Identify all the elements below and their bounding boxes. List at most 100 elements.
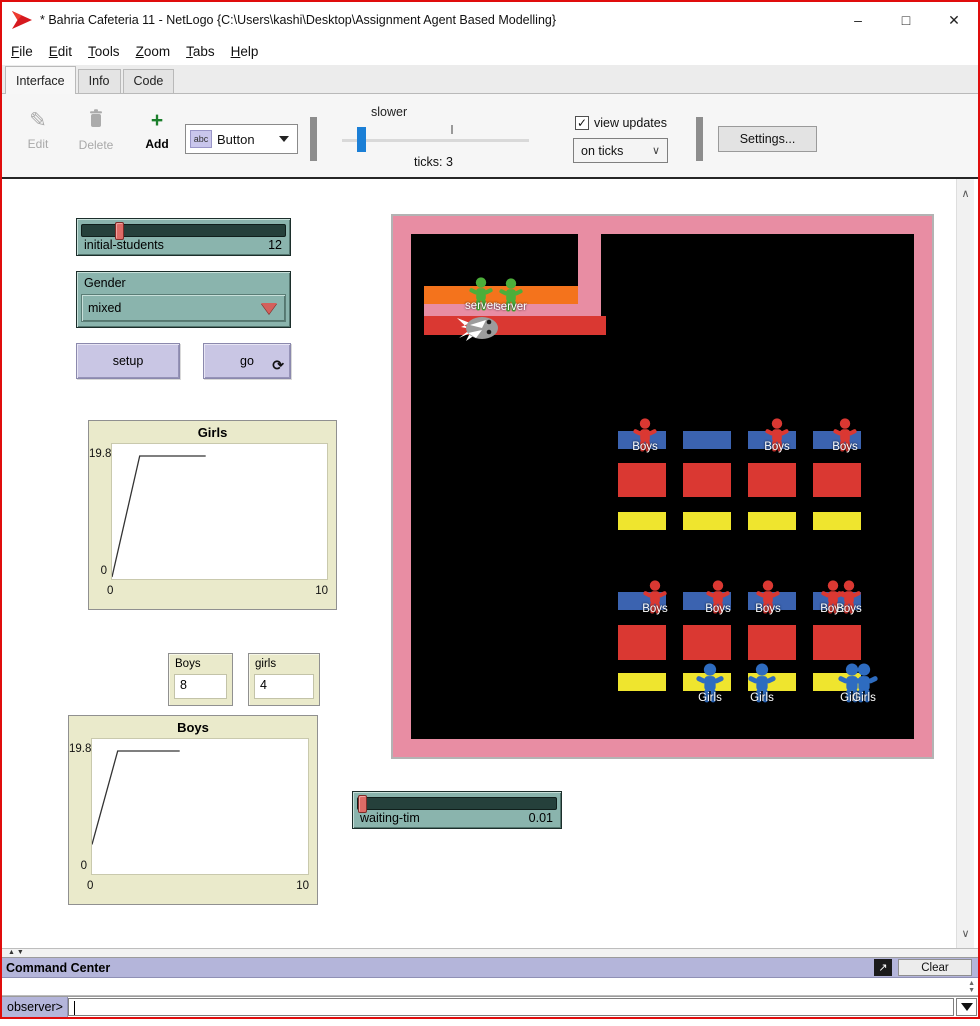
agent-name-label: Boys [836,603,862,615]
scroll-down-icon[interactable]: ∨ [957,927,974,940]
speed-slider-track[interactable] [342,139,529,142]
world-view[interactable]: serverserverBoysBoysBoysBoysBoysBoysBoys… [391,214,934,759]
table-seat [683,512,731,530]
popout-arrow-icon: ↗ [878,961,887,974]
minimize-button[interactable]: – [834,2,882,38]
chooser-dropdown-icon [261,303,277,314]
vertical-scrollbar[interactable]: ∧ ∨ [956,179,974,948]
setup-button[interactable]: setup [76,343,180,379]
splitter-toggle-icons[interactable]: ▲▼ [8,949,26,956]
y-axis-max-label: 19.8 [89,448,109,460]
command-center-title: Command Center [6,961,110,975]
boys-monitor: Boys 8 [168,653,233,706]
agent-name-label: Boys [832,441,858,453]
table-seat [813,512,861,530]
world-canvas[interactable]: serverserverBoysBoysBoysBoysBoysBoysBoys… [393,216,932,757]
tab-info[interactable]: Info [78,69,121,93]
menu-tabs[interactable]: Tabs [186,44,215,59]
check-icon: ✓ [577,116,587,130]
girls-monitor: girls 4 [248,653,320,706]
mouse-shape-icon [456,311,500,341]
interface-canvas: initial-students 12 Gender mixed setup g… [2,179,954,948]
forever-icon: ⟳ [272,357,284,374]
maximize-button[interactable]: □ [882,2,930,38]
initial-students-slider[interactable]: initial-students 12 [76,218,291,256]
chevron-down-icon [279,136,289,142]
x-axis-max-label: 10 [315,585,328,597]
command-history-dropdown[interactable] [956,998,977,1016]
close-button[interactable]: ✕ [930,2,978,38]
settings-button[interactable]: Settings... [718,126,817,152]
agent-name-label: Boys [755,603,781,615]
abc-widget-icon: abc [190,130,212,148]
update-mode-value: on ticks [581,144,623,158]
y-axis-max-label: 19.8 [69,743,89,755]
pencil-icon: ✎ [16,108,60,134]
monitor-value: 4 [254,674,314,699]
table-bench [683,431,731,449]
table-table [748,625,796,660]
text-caret [74,1001,75,1015]
plot-area [111,443,328,580]
speed-slider-handle[interactable] [357,127,366,152]
clear-button[interactable]: Clear [898,959,972,976]
agent-name-label: Boys [642,603,668,615]
speed-slider-tick [451,125,453,134]
gender-chooser[interactable]: Gender mixed [76,271,291,328]
menu-zoom[interactable]: Zoom [136,44,171,59]
go-button[interactable]: go ⟳ [203,343,291,379]
observer-prompt: observer> [2,997,68,1017]
agent-name-label: Boys [764,441,790,453]
monitor-value: 8 [174,674,227,699]
slider-value: 12 [268,238,282,252]
chevron-down-icon: ∨ [652,144,660,157]
plot-title: Boys [69,720,317,735]
scroll-up-icon[interactable]: ∧ [957,187,974,200]
mouse-agent[interactable] [456,311,500,341]
tab-bar: Interface Info Code [2,65,978,94]
x-axis-min-label: 0 [107,585,113,597]
tab-interface[interactable]: Interface [5,66,76,94]
agent-name-label: Girls [852,692,876,704]
edit-widget-button[interactable]: ✎ Edit [16,108,60,151]
interface-toolbar: ✎ Edit Delete + Add abc Button slower ti… [2,94,978,179]
chooser-value-box[interactable]: mixed [81,294,286,322]
table-seat [618,512,666,530]
menu-bar: File Edit Tools Zoom Tabs Help [2,38,978,65]
update-mode-combo[interactable]: on ticks ∨ [573,138,668,163]
y-axis-min-label: 0 [69,860,87,872]
add-widget-button[interactable]: + Add [135,108,179,151]
menu-edit[interactable]: Edit [49,44,72,59]
output-scroll-up-icon[interactable]: ▲ [968,980,975,987]
slider-value: 0.01 [529,811,553,825]
toolbar-separator [310,117,317,161]
chooser-value: mixed [88,301,121,315]
output-scroll-down-icon[interactable]: ▼ [968,987,975,994]
slider-track [357,797,557,810]
waiting-tim-slider[interactable]: waiting-tim 0.01 [352,791,562,829]
table-table [683,625,731,660]
serving-area-counter_red [424,316,606,335]
netlogo-window: * Bahria Cafeteria 11 - NetLogo {C:\User… [0,0,980,1019]
netlogo-logo-icon [10,8,34,32]
command-center-input-row: observer> [2,996,978,1017]
table-table [618,625,666,660]
tab-code[interactable]: Code [123,69,175,93]
menu-help[interactable]: Help [231,44,259,59]
agent-name-label: Girls [698,692,722,704]
y-axis-min-label: 0 [89,565,107,577]
toolbar-separator [696,117,703,161]
command-center-splitter[interactable]: ▲▼ [2,948,978,958]
menu-tools[interactable]: Tools [88,44,120,59]
command-center-header: Command Center ↗ Clear [2,958,978,978]
command-center-popout-button[interactable]: ↗ [874,959,892,976]
command-input[interactable] [68,998,954,1016]
view-updates-checkbox[interactable]: ✓ [575,116,589,130]
chevron-down-icon [961,1003,973,1011]
agent-name-label: Boys [632,441,658,453]
delete-widget-button[interactable]: Delete [70,108,122,152]
widget-type-combo[interactable]: abc Button [185,124,298,154]
trash-icon [88,108,104,130]
plot-title: Girls [89,425,336,440]
menu-file[interactable]: File [11,44,33,59]
